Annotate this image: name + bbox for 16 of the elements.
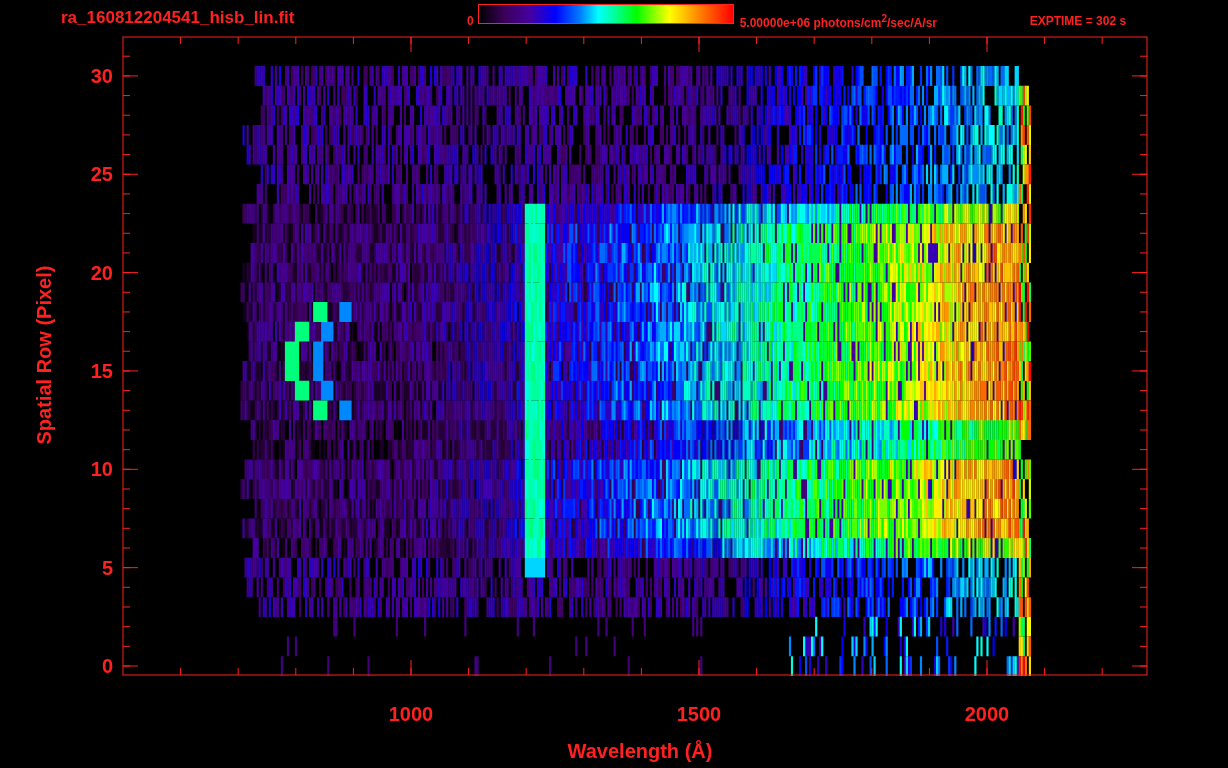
x-tick-label: 1500 (676, 703, 722, 725)
y-tick-label: 20 (90, 261, 113, 284)
y-axis-label: Spatial Row (Pixel) (33, 265, 55, 445)
y-tick-label: 25 (90, 163, 113, 186)
x-axis-label: Wavelength (Å) (567, 740, 713, 762)
file-title: ra_160812204541_hisb_lin.fit (61, 8, 296, 28)
y-tick-label: 5 (101, 556, 113, 579)
scale-min-label: 0 (467, 14, 474, 28)
x-tick-label: 1000 (388, 703, 434, 725)
y-tick-label: 10 (90, 458, 113, 481)
y-tick-label: 0 (101, 655, 113, 677)
x-tick-label: 2000 (964, 703, 1010, 725)
scale-max-label: 5.00000e+06 photons/cm$^{2}$/sec/A/sr (739, 12, 939, 30)
y-tick-label: 30 (90, 64, 113, 87)
exposure-time: EXPTIME = 302 s (1029, 14, 1127, 28)
y-tick-label: 15 (90, 359, 113, 382)
